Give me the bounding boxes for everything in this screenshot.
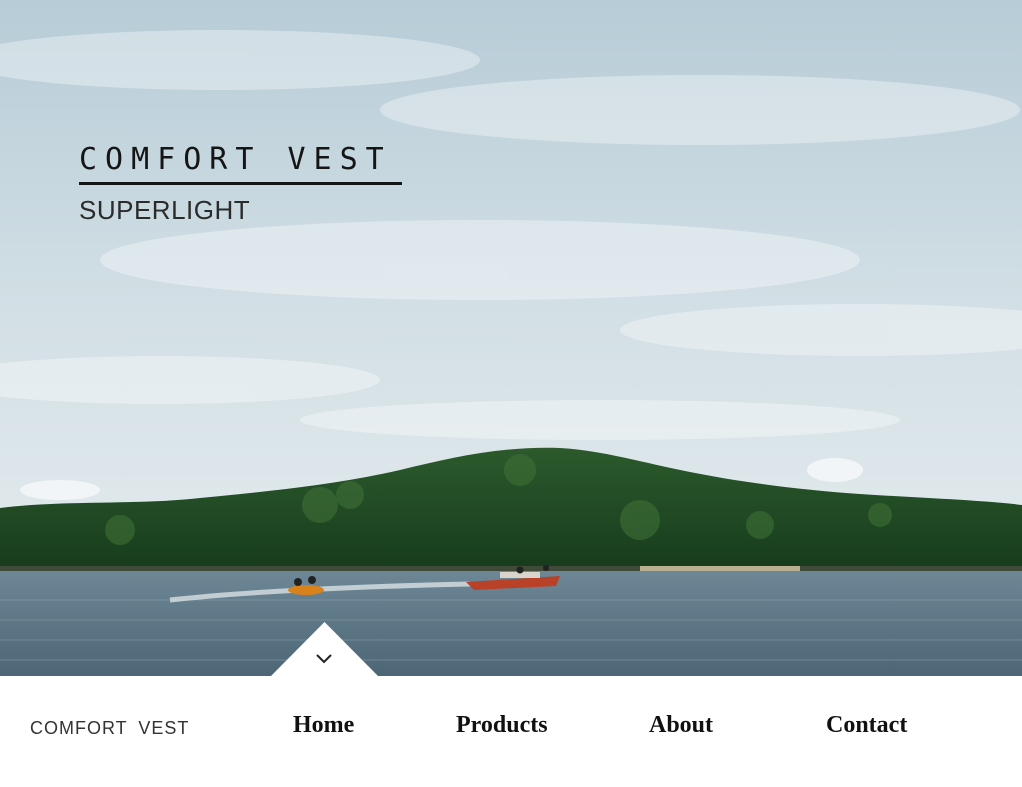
- brand-logo-text[interactable]: COMFORT VEST: [30, 718, 189, 739]
- hero-subtitle: SUPERLIGHT: [79, 195, 251, 225]
- hero-headline: COMFORT VEST SUPERLIGHT: [79, 140, 402, 226]
- lake-landscape-illustration: [0, 0, 1022, 676]
- nav-products-link[interactable]: Products: [456, 712, 548, 739]
- hero-title: COMFORT VEST: [79, 142, 392, 177]
- nav-home-link[interactable]: Home: [293, 712, 354, 739]
- nav-contact-link[interactable]: Contact: [826, 712, 907, 739]
- scroll-down-button[interactable]: [270, 622, 379, 677]
- page: COMFORT VEST SUPERLIGHT COMFORT VEST Hom…: [0, 0, 1022, 787]
- title-underline: [79, 182, 402, 185]
- hero-image: COMFORT VEST SUPERLIGHT: [0, 0, 1022, 676]
- nav-about-link[interactable]: About: [649, 712, 713, 739]
- navigation-bar: COMFORT VEST Home Products About Contact: [0, 676, 1022, 787]
